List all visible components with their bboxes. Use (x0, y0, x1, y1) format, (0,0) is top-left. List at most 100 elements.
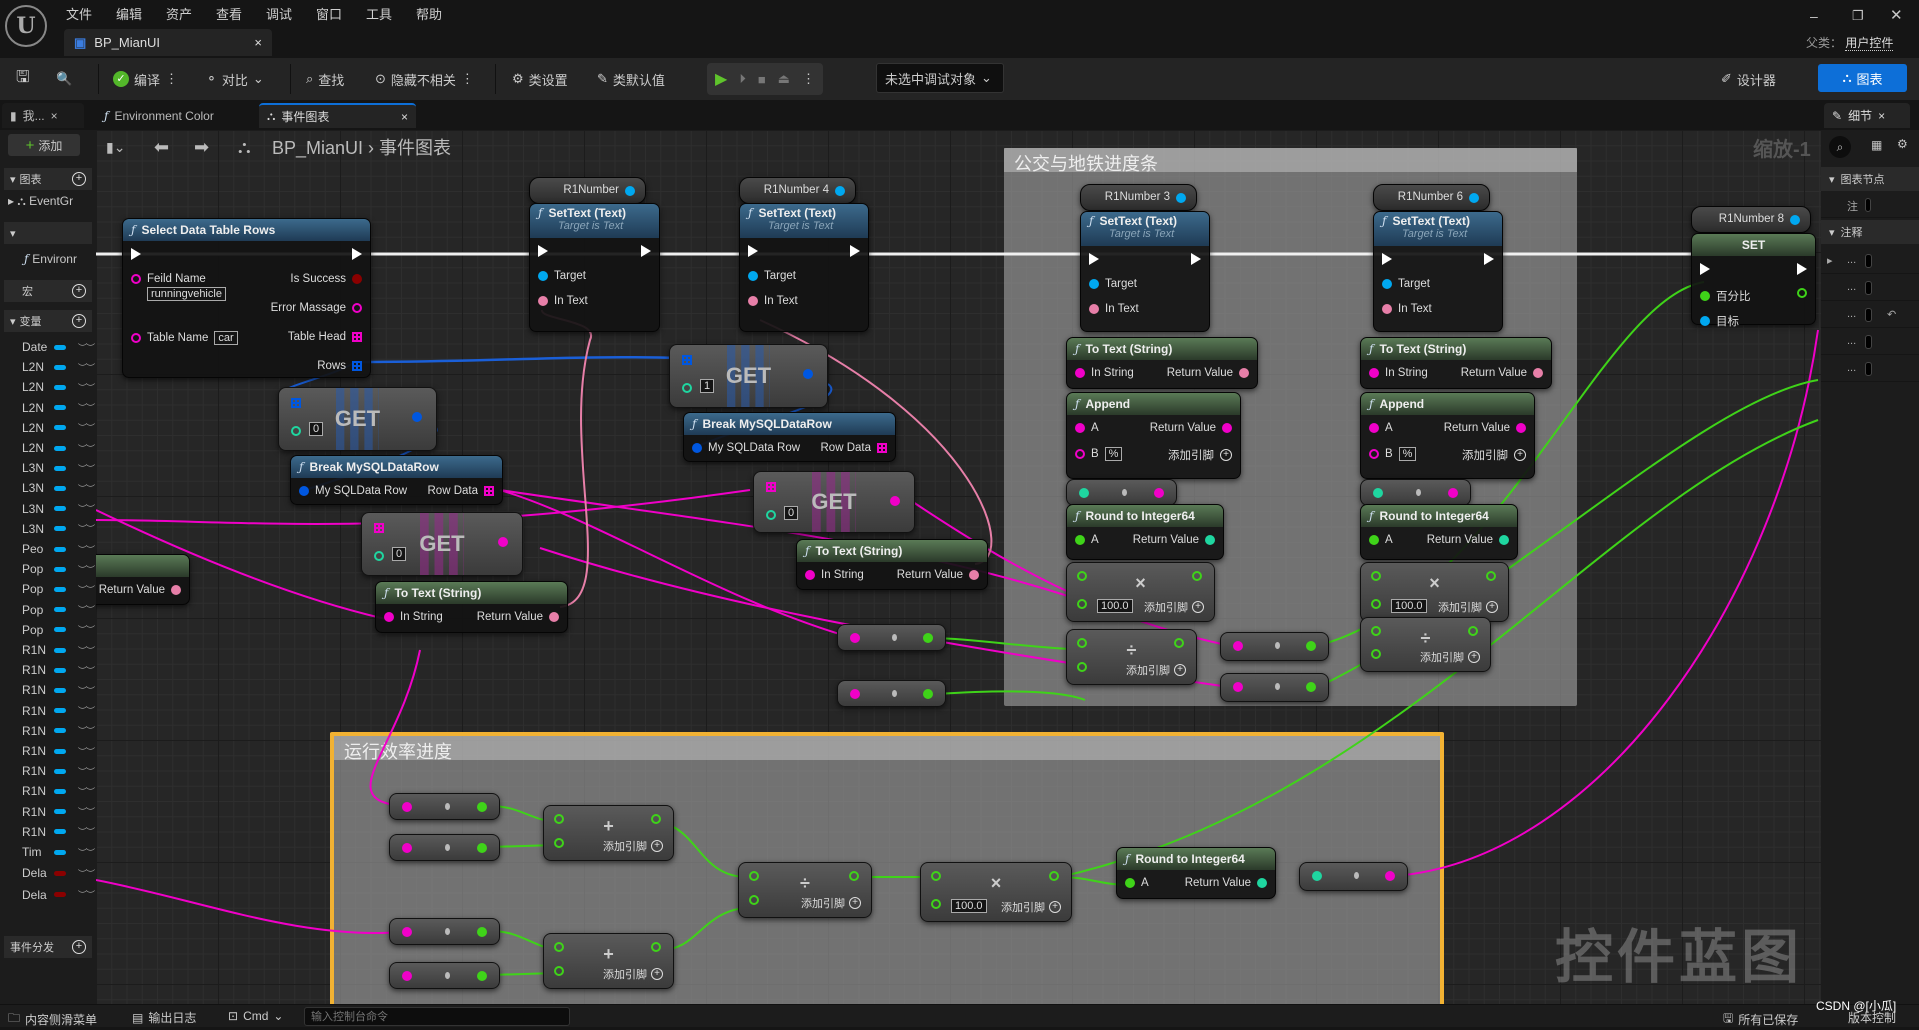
exec-pin[interactable] (131, 248, 141, 260)
function-node[interactable]: ƒ Select Data Table Rows Feild Name running… (122, 218, 371, 378)
exec-pin[interactable] (1700, 263, 1710, 275)
menu-item[interactable]: 窗口 (316, 4, 342, 23)
pin-default-value[interactable]: % (1398, 447, 1417, 461)
add-pin-icon[interactable]: + (1220, 449, 1232, 461)
string-pin[interactable] (1369, 423, 1379, 433)
string-pin[interactable] (131, 333, 141, 343)
output-pin[interactable]: Return Value (1133, 534, 1215, 546)
float-pin[interactable] (1797, 288, 1807, 298)
int-pin[interactable] (682, 383, 692, 393)
string-pin[interactable] (402, 971, 412, 981)
string-pin[interactable] (498, 537, 508, 547)
eye-closed-icon[interactable]: ︶︶ (78, 888, 95, 901)
math-node[interactable]: ÷ 添加引脚 + (1360, 617, 1491, 672)
variable-item[interactable]: Dela ︶︶ (22, 864, 96, 882)
add-variable-icon[interactable]: + (72, 314, 86, 328)
function-node[interactable]: ƒg) Return Value (96, 554, 190, 605)
property-row[interactable]: ... (1821, 329, 1919, 355)
int-pin[interactable] (1312, 871, 1322, 881)
output-pin[interactable]: Return Value (1167, 367, 1249, 379)
float-pin[interactable] (1077, 662, 1087, 672)
function-item[interactable]: ƒ Environr (24, 252, 77, 266)
index-value[interactable]: 0 (392, 547, 407, 561)
function-node[interactable]: ƒ Append A Return Value B% 添加引脚 + (1066, 392, 1241, 479)
output-pin[interactable]: Rows (317, 360, 362, 372)
text-pin[interactable] (1382, 304, 1392, 314)
output-pin[interactable] (1797, 288, 1807, 298)
reset-arrow-icon[interactable]: ↶ (1887, 308, 1896, 321)
struct-pin[interactable] (299, 486, 309, 496)
function-node[interactable]: ƒ To Text (String) In String Return Value (375, 581, 568, 633)
variable-item[interactable]: Tim ︶︶ (22, 843, 96, 861)
string-pin[interactable] (850, 633, 860, 643)
exec-pin[interactable] (1797, 263, 1807, 275)
exec-pin[interactable] (352, 248, 362, 260)
float-pin[interactable] (554, 814, 564, 824)
string-pin[interactable] (1222, 423, 1232, 433)
input-pin[interactable] (131, 248, 141, 260)
text-pin[interactable] (1089, 304, 1099, 314)
debug-target-dropdown[interactable]: 未选中调试对象 ⌄ (876, 63, 1004, 93)
eye-closed-icon[interactable]: ︶︶ (78, 502, 95, 515)
diff-button[interactable]: ⚬ 对比 ⌄ (206, 67, 264, 91)
input-pin[interactable]: In String (384, 611, 443, 623)
variable-item[interactable]: R1N ︶︶ (22, 742, 96, 760)
float-pin[interactable] (1371, 649, 1381, 659)
function-node[interactable]: ƒ Break MySQLDataRow My SQLData Row Row Dat… (683, 412, 896, 462)
variable-item[interactable]: R1N ︶︶ (22, 782, 96, 800)
output-pin[interactable]: 添加引脚 + (1168, 447, 1232, 463)
output-pin[interactable]: Row Data (821, 442, 887, 454)
float-pin[interactable] (1075, 535, 1085, 545)
add-pin-button[interactable]: 添加引脚 + (1438, 599, 1498, 615)
tab-details[interactable]: ✎ 细节 × (1824, 103, 1910, 128)
object-pin[interactable] (1469, 193, 1479, 203)
string-pin[interactable] (1233, 641, 1243, 651)
object-pin[interactable] (1382, 279, 1392, 289)
variable-item[interactable]: Pop ︶︶ (22, 621, 96, 639)
property-row[interactable]: ▸... (1821, 248, 1919, 274)
array-pin[interactable] (484, 486, 494, 496)
asset-tab[interactable]: ▣ BP_MianUI × (64, 29, 272, 56)
array-get-node[interactable]: GET 0 (753, 471, 915, 533)
close-icon[interactable]: × (1878, 109, 1885, 123)
class-defaults-button[interactable]: ✎ 类默认值 (597, 67, 665, 91)
exec-pin[interactable] (850, 245, 860, 257)
eject-icon[interactable]: ⏏ (778, 71, 790, 87)
add-pin-button[interactable]: 添加引脚 + (1420, 649, 1480, 665)
object-pin[interactable] (1176, 193, 1186, 203)
parent-class-link[interactable]: 用户控件 (1845, 36, 1894, 51)
input-pin[interactable]: In String (1075, 367, 1134, 379)
property-field[interactable] (1865, 254, 1872, 268)
float-pin[interactable] (477, 843, 487, 853)
section-macros[interactable]: 宏 + (4, 280, 92, 302)
conversion-node[interactable] (1360, 479, 1471, 506)
input-pin[interactable]: Target (1382, 278, 1430, 290)
restore-button[interactable]: ❐ (1852, 8, 1864, 24)
tab-event-graph[interactable]: ⛬ 事件图表 × (259, 103, 416, 128)
exec-pin[interactable] (641, 245, 651, 257)
output-pin[interactable]: Return Value (1150, 422, 1232, 434)
section-functions[interactable]: ▾ (4, 222, 92, 244)
function-node[interactable]: ƒ SetText (Text) Target is Text Target In Te… (529, 203, 660, 332)
input-pin[interactable]: Feild Name runningvehicle (131, 273, 226, 301)
input-pin[interactable]: 百分比 (1700, 288, 1751, 304)
input-pin[interactable] (1089, 253, 1099, 265)
function-node[interactable]: ƒ Break MySQLDataRow My SQLData Row Row Dat… (290, 455, 503, 505)
float-pin[interactable] (1077, 599, 1087, 609)
hide-unrelated-button[interactable]: ⊙ 隐藏不相关 ⋮ (375, 67, 474, 91)
more-icon[interactable]: ⋮ (461, 71, 474, 87)
float-pin[interactable] (1486, 571, 1496, 581)
more-icon[interactable]: ⋮ (802, 71, 815, 87)
conversion-node[interactable] (1066, 479, 1177, 506)
int-pin[interactable] (1079, 488, 1089, 498)
section-event-dispatchers[interactable]: 事件分发 + (4, 936, 92, 958)
property-row[interactable]: ... (1821, 356, 1919, 382)
input-pin[interactable]: In Text (748, 295, 798, 307)
tab-environment-color[interactable]: ƒ Environment Color (96, 103, 256, 128)
function-node[interactable]: ƒ SetText (Text) Target is Text Target In Te… (1373, 211, 1503, 332)
eye-closed-icon[interactable]: ︶︶ (78, 361, 95, 374)
compile-button[interactable]: ✓ 编译 ⋮ (113, 67, 178, 91)
variable-item[interactable]: R1N ︶︶ (22, 702, 96, 720)
string-pin[interactable] (1369, 368, 1379, 378)
output-pin[interactable]: Is Success (290, 273, 362, 285)
